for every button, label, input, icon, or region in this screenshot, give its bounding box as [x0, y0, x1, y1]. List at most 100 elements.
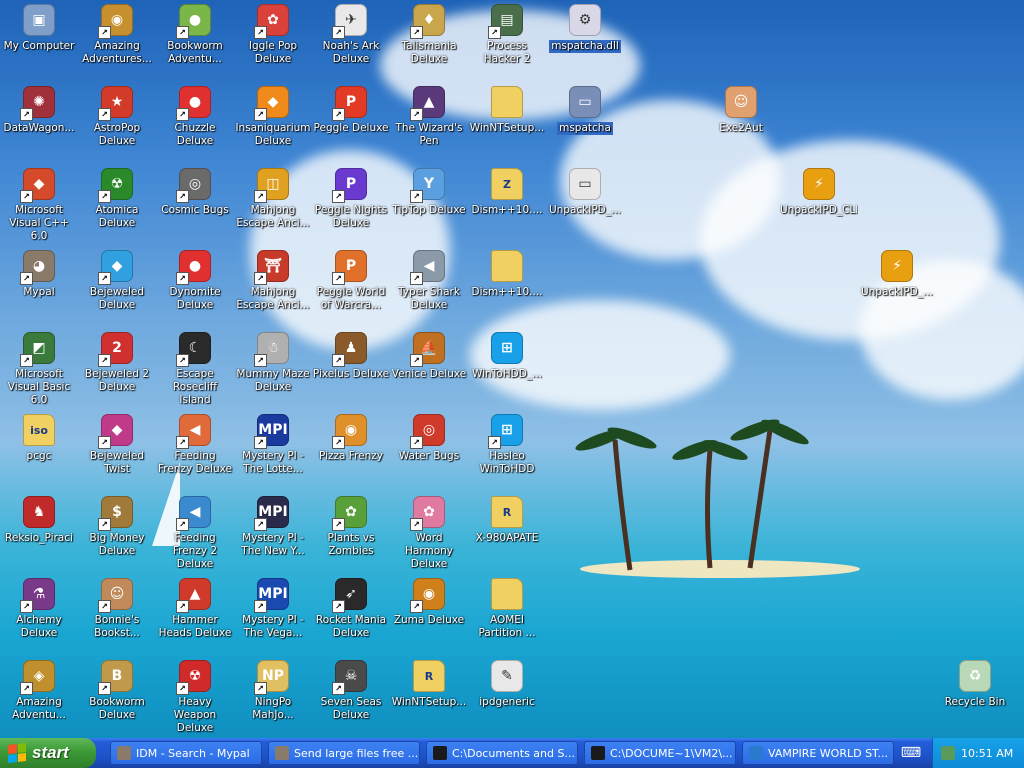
desktop-icon[interactable]: ★ ↗ AstroPop Deluxe [78, 86, 156, 148]
desktop-icon[interactable]: R X-980APATE [468, 496, 546, 545]
desktop-icon[interactable]: ☢ ↗ Heavy Weapon Deluxe [156, 660, 234, 735]
keyboard-icon[interactable]: ⌨ [898, 742, 924, 764]
desktop-icon[interactable]: P ↗ Peggle Nights Deluxe [312, 168, 390, 230]
desktop-icon[interactable]: ● ↗ Dynomite Deluxe [156, 250, 234, 312]
folder-icon [491, 578, 523, 610]
desktop-icon[interactable]: ▣ My Computer [0, 4, 78, 53]
desktop-icon[interactable]: Dism++10.... [468, 250, 546, 299]
desktop-icon[interactable]: iso pcgc [0, 414, 78, 463]
desktop-icon[interactable]: MPI ↗ Mystery PI - The New Y... [234, 496, 312, 558]
desktop-icon-label: Bookworm Deluxe [89, 696, 145, 721]
desktop-icon[interactable]: ☾ ↗ Escape Rosecliff Island [156, 332, 234, 407]
desktop-icon[interactable]: ☢ ↗ Atomica Deluxe [78, 168, 156, 230]
desktop-icon[interactable]: MPI ↗ Mystery PI - The Lotte... [234, 414, 312, 476]
desktop-icon[interactable]: ✿ ↗ Iggle Pop Deluxe [234, 4, 312, 66]
desktop-icon[interactable]: ♞ Reksio_Piraci [0, 496, 78, 545]
shortcut-arrow-icon: ↗ [98, 436, 111, 449]
desktop-icon[interactable]: ◎ ↗ Water Bugs [390, 414, 468, 463]
desktop-icon-label: Iggle Pop Deluxe [248, 40, 298, 65]
desktop-icon[interactable]: Z Dism++10.... [468, 168, 546, 217]
clock[interactable]: 10:51 AM [961, 747, 1013, 760]
desktop-icon[interactable]: ▲ ↗ The Wizard's Pen [390, 86, 468, 148]
desktop-icon[interactable]: ◉ ↗ Amazing Adventures... [78, 4, 156, 66]
desktop-icon[interactable]: MPI ↗ Mystery PI - The Vega... [234, 578, 312, 640]
desktop-icon[interactable]: ▲ ↗ Hammer Heads Deluxe [156, 578, 234, 640]
taskbar-button-label: C:\DOCUME~1\VM2\... [610, 746, 733, 760]
desktop-icon[interactable]: ☺ ↗ Bonnie's Bookst... [78, 578, 156, 640]
desktop-icon-label: Mystery PI - The Lotte... [242, 450, 304, 475]
desktop-icon[interactable]: P ↗ Peggle Deluxe [312, 86, 390, 135]
taskbar-button[interactable]: C:\Documents and S... [426, 741, 578, 765]
desktop-icon-label: Heavy Weapon Deluxe [173, 696, 217, 734]
desktop-icon[interactable]: ✿ ↗ Plants vs Zombies [312, 496, 390, 558]
taskbar-button[interactable]: VAMPIRE WORLD ST... [742, 741, 894, 765]
desktop-icon[interactable]: ◉ ↗ Pizza Frenzy [312, 414, 390, 463]
desktop-icon[interactable]: ● ↗ Bookworm Adventu... [156, 4, 234, 66]
desktop-icon-label: WinNTSetup... [391, 696, 467, 708]
taskbar-button[interactable]: Send large files free ... [268, 741, 420, 765]
desktop-icon[interactable]: ◀ ↗ Feeding Frenzy Deluxe [156, 414, 234, 476]
desktop-icon[interactable]: ⚙ mspatcha.dll [546, 4, 624, 57]
taskbar-button[interactable]: IDM - Search - Mypal [110, 741, 262, 765]
desktop-icon[interactable]: AOMEI Partition ... [468, 578, 546, 640]
desktop-icon[interactable]: ♻ Recycle Bin [936, 660, 1014, 709]
desktop[interactable]: ▣ My Computer ◉ ↗ Amazing Adventures... ● ↗ Boo… [0, 0, 1024, 738]
desktop-icon[interactable]: ♟ ↗ Pixelus Deluxe [312, 332, 390, 381]
desktop-icon[interactable]: ◩ ↗ Microsoft Visual Basic 6.0 [0, 332, 78, 407]
alchemy-icon: ⚗ ↗ [20, 578, 55, 613]
desktop-icon[interactable]: ◫ ↗ Mahjong Escape Anci... [234, 168, 312, 230]
desktop-icon[interactable]: P ↗ Peggle World of Warcra... [312, 250, 390, 312]
water-bugs-icon: ◎ ↗ [410, 414, 445, 449]
desktop-icon[interactable]: ⚗ ↗ Alchemy Deluxe [0, 578, 78, 640]
desktop-icon[interactable]: $ ↗ Big Money Deluxe [78, 496, 156, 558]
desktop-icon[interactable]: ⊞ ↗ Hasleo WinToHDD [468, 414, 546, 476]
desktop-icon[interactable]: 2 ↗ Bejeweled 2 Deluxe [78, 332, 156, 394]
desktop-icon[interactable]: ⛩ ↗ Mahjong Escape Anci... [234, 250, 312, 312]
desktop-icon[interactable]: ✎ ipdgeneric [468, 660, 546, 709]
desktop-icon[interactable]: ✺ ↗ DataWagon... [0, 86, 78, 135]
desktop-icon-label: Hammer Heads Deluxe [158, 614, 232, 639]
desktop-icon-label: UnpackIPD_... [860, 286, 934, 298]
desktop-icon[interactable]: WinNTSetup... [468, 86, 546, 135]
window-app-icon: ▭ [569, 86, 601, 118]
desktop-icon[interactable]: ◎ ↗ Cosmic Bugs [156, 168, 234, 217]
desktop-icon[interactable]: ▤ ↗ Process Hacker 2 [468, 4, 546, 66]
desktop-icon[interactable]: ✿ ↗ Word Harmony Deluxe [390, 496, 468, 571]
desktop-icon[interactable]: R WinNTSetup... [390, 660, 468, 709]
desktop-icon[interactable]: ☃ ↗ Mummy Maze Deluxe [234, 332, 312, 394]
desktop-icon[interactable]: ◀ ↗ Typer Shark Deluxe [390, 250, 468, 312]
desktop-icon[interactable]: ☠ ↗ Seven Seas Deluxe [312, 660, 390, 722]
desktop-icon[interactable]: Y ↗ TipTop Deluxe [390, 168, 468, 217]
desktop-icon[interactable]: ◀ ↗ Feeding Frenzy 2 Deluxe [156, 496, 234, 571]
taskbar-button[interactable]: C:\DOCUME~1\VM2\... [584, 741, 736, 765]
desktop-icon[interactable]: ◆ ↗ Bejeweled Deluxe [78, 250, 156, 312]
desktop-icon[interactable]: ✈ ↗ Noah's Ark Deluxe [312, 4, 390, 66]
desktop-icon[interactable]: ▭ UnpackIPD_... [546, 168, 624, 217]
pizza-icon: ◉ ↗ [332, 414, 367, 449]
tray-app-icon[interactable] [941, 746, 955, 760]
desktop-icon[interactable]: B ↗ Bookworm Deluxe [78, 660, 156, 722]
desktop-icon-label: Mahjong Escape Anci... [236, 286, 310, 311]
desktop-icon[interactable]: NP ↗ NingPo MahJo... [234, 660, 312, 722]
desktop-icon[interactable]: ⛵ ↗ Venice Deluxe [390, 332, 468, 381]
desktop-icon-label: Peggle World of Warcra... [316, 286, 386, 311]
desktop-icon[interactable]: ☺ Exe2Aut [702, 86, 780, 135]
desktop-icon[interactable]: ▭ mspatcha [546, 86, 624, 139]
desktop-icon[interactable]: ◆ ↗ Insaniquarium Deluxe [234, 86, 312, 148]
desktop-icon[interactable]: ⚡ UnpackIPD_... [858, 250, 936, 299]
desktop-icon[interactable]: ◆ ↗ Bejeweled Twist [78, 414, 156, 476]
desktop-icon-label: ipdgeneric [479, 696, 535, 708]
desktop-icon[interactable]: ⚡ UnpackIPD_CLI [780, 168, 858, 217]
shortcut-arrow-icon: ↗ [332, 272, 345, 285]
desktop-icon[interactable]: ◈ ↗ Amazing Adventu... [0, 660, 78, 722]
desktop-icon[interactable]: ◕ ↗ Mypal [0, 250, 78, 299]
desktop-icon-label: Big Money Deluxe [89, 532, 145, 557]
desktop-icon[interactable]: ⊞ WinToHDD_... [468, 332, 546, 381]
desktop-icon[interactable]: ◆ ↗ Microsoft Visual C++ 6.0 [0, 168, 78, 243]
desktop-icon[interactable]: ◉ ↗ Zuma Deluxe [390, 578, 468, 627]
start-button[interactable]: start [0, 738, 96, 768]
desktop-icon[interactable]: ♦ ↗ Talismania Deluxe [390, 4, 468, 66]
desktop-icon[interactable]: ➶ ↗ Rocket Mania Deluxe [312, 578, 390, 640]
windows-logo-icon: ⊞ [491, 332, 523, 364]
desktop-icon[interactable]: ● ↗ Chuzzle Deluxe [156, 86, 234, 148]
